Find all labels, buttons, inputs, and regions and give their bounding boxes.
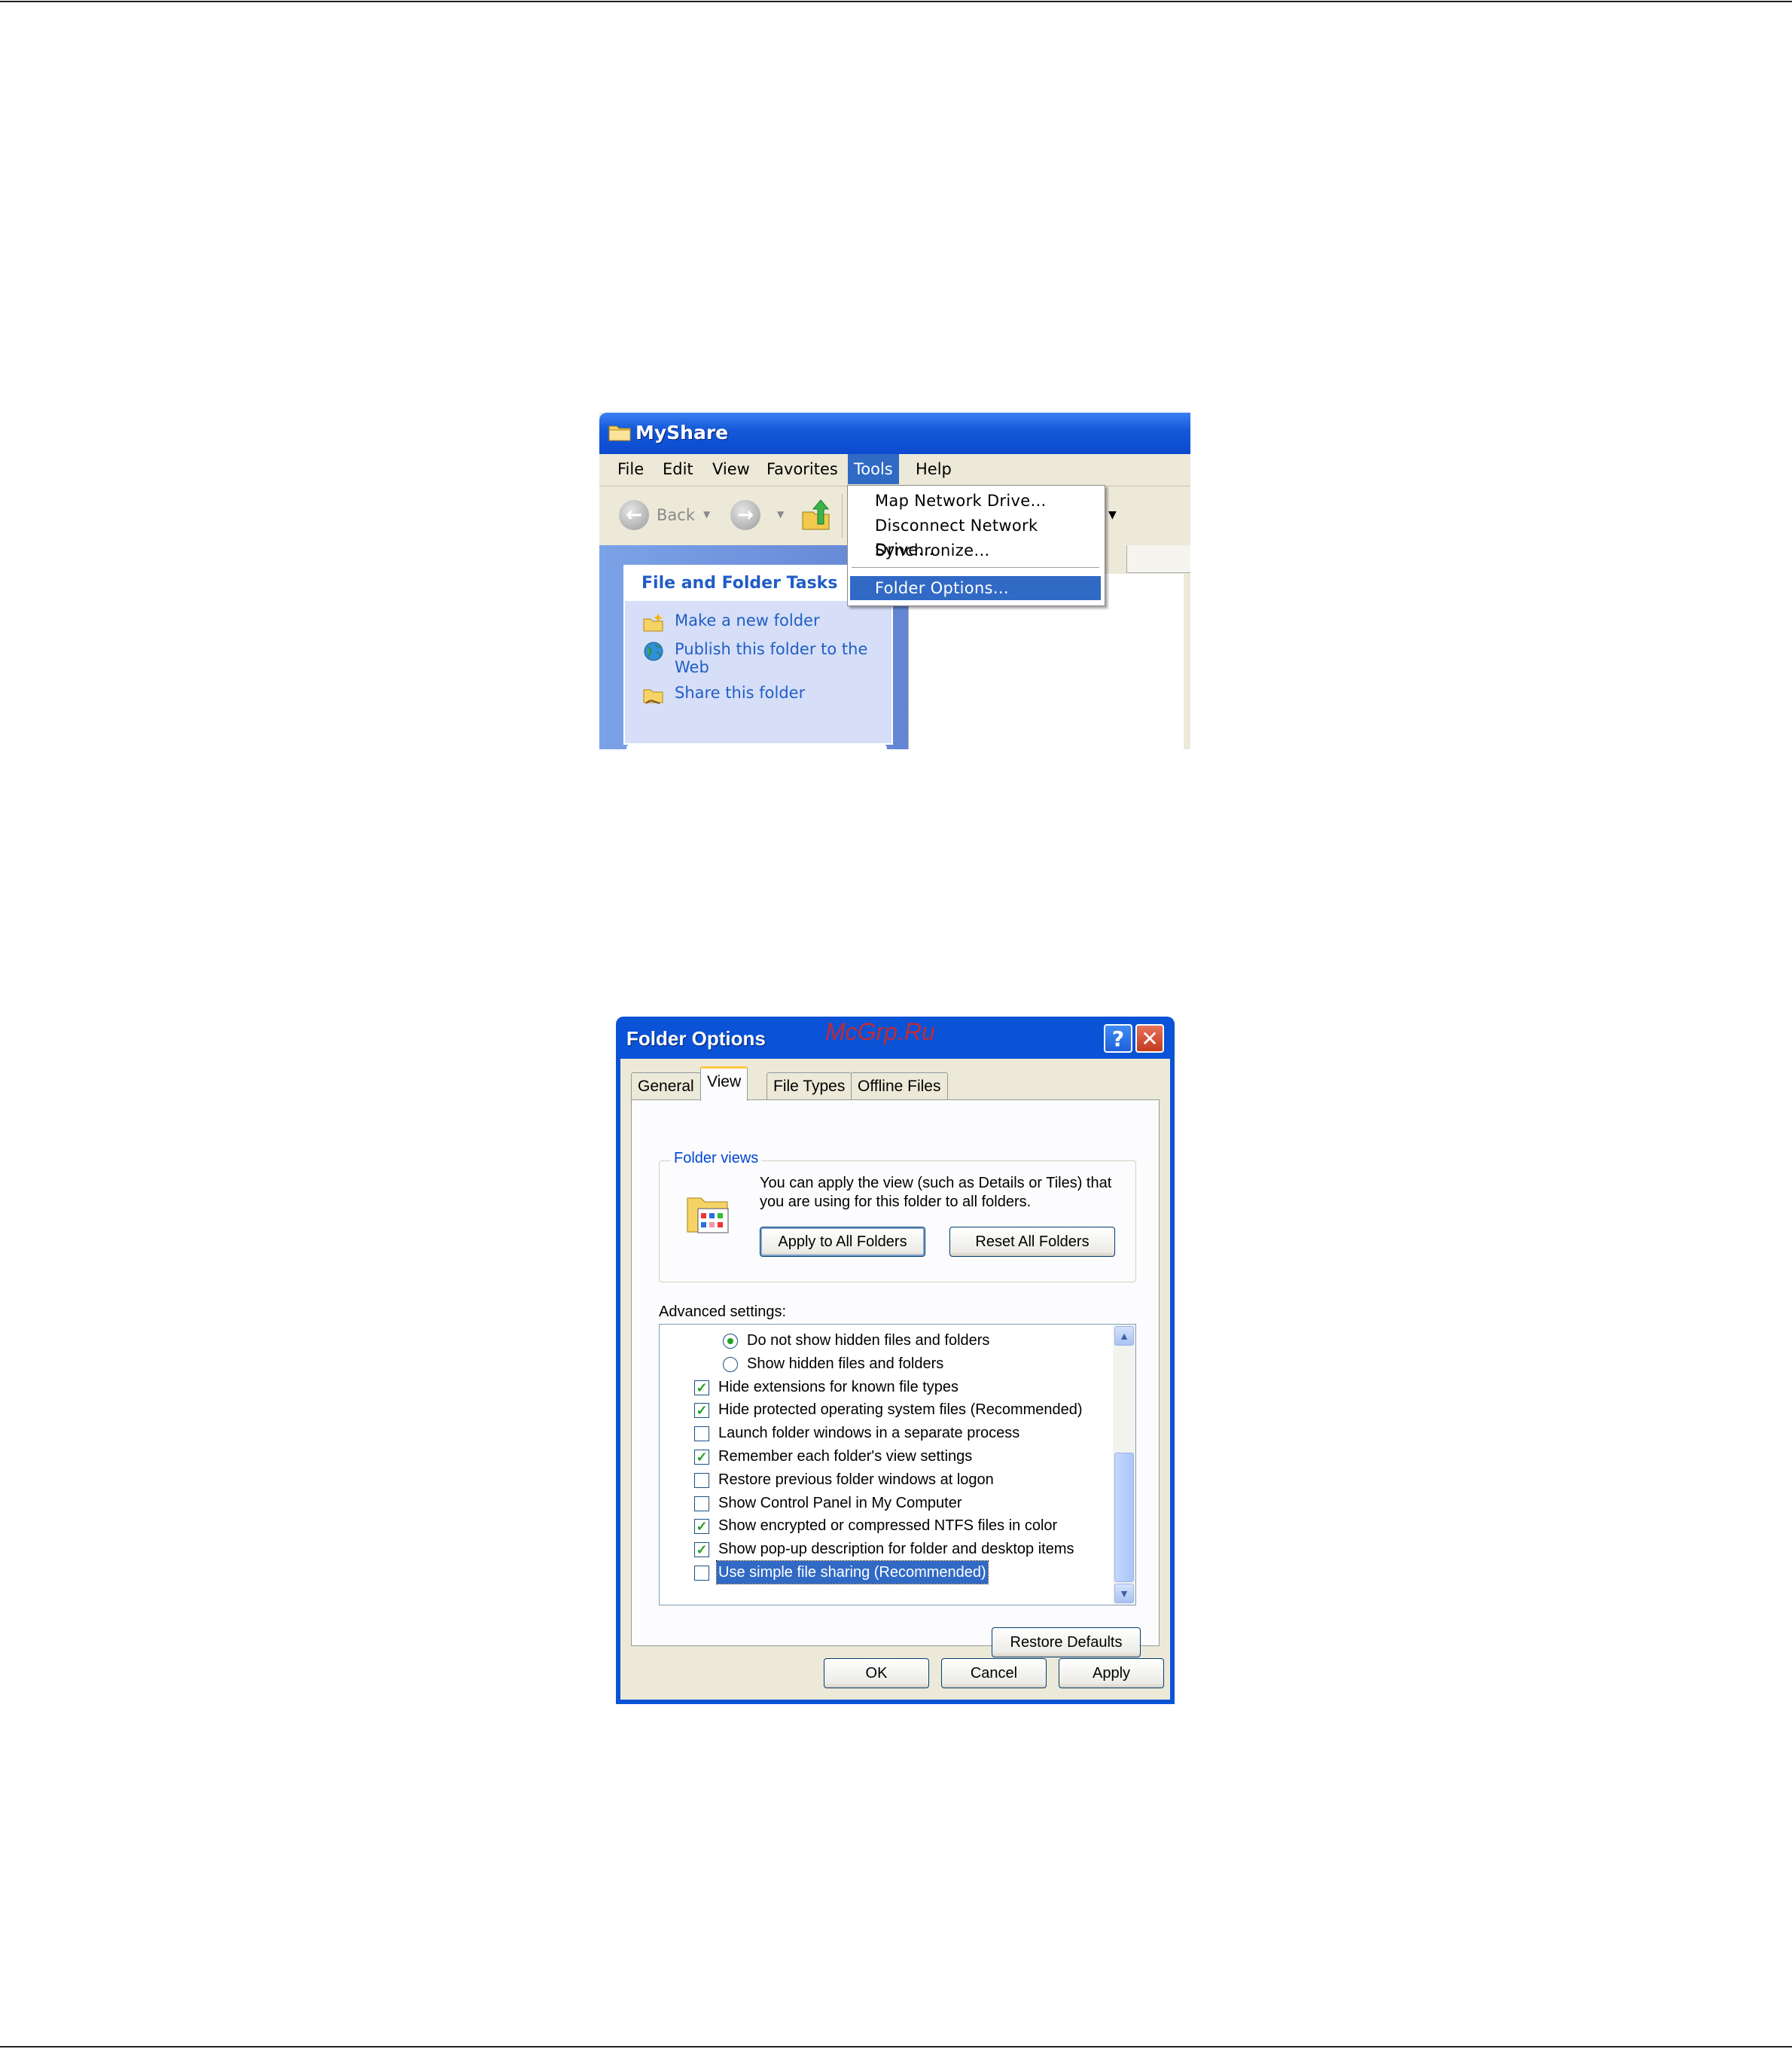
folder-options-dialog: Folder Options McGrp.Ru ? ✕ General View… xyxy=(616,1017,1175,1704)
dialog-title: Folder Options xyxy=(626,1027,766,1050)
restore-defaults-button[interactable]: Restore Defaults xyxy=(992,1627,1141,1657)
menu-file[interactable]: File xyxy=(611,454,650,484)
back-dropdown-icon[interactable]: ▼ xyxy=(703,509,710,520)
tab-offline-files[interactable]: Offline Files xyxy=(851,1072,948,1099)
bottom-rule xyxy=(0,2046,1792,2047)
apply-button[interactable]: Apply xyxy=(1059,1658,1164,1688)
tools-menu: Map Network Drive… Disconnect Network Dr… xyxy=(847,485,1105,606)
advanced-setting-row[interactable]: ✓ Hide protected operating system files (… xyxy=(660,1398,1111,1421)
menu-disconnect-network-drive[interactable]: Disconnect Network Drive… xyxy=(850,514,1101,559)
checkbox-unchecked[interactable] xyxy=(694,1472,709,1488)
advanced-setting-label: Do not show hidden files and folders xyxy=(747,1332,990,1349)
checkbox-unchecked[interactable] xyxy=(694,1566,709,1581)
checkbox-checked[interactable]: ✓ xyxy=(694,1542,709,1558)
menu-help[interactable]: Help xyxy=(910,454,958,484)
advanced-setting-row[interactable]: ✓ Show pop-up description for folder and … xyxy=(660,1538,1111,1560)
checkbox-checked[interactable]: ✓ xyxy=(694,1403,709,1419)
menu-favorites[interactable]: Favorites xyxy=(760,454,844,484)
tab-view[interactable]: View xyxy=(700,1066,748,1101)
advanced-setting-row[interactable]: Restore previous folder windows at logon xyxy=(660,1468,1111,1491)
menu-synchronize[interactable]: Synchronize… xyxy=(850,538,1101,563)
tab-file-types[interactable]: File Types xyxy=(766,1072,852,1099)
advanced-setting-label: Restore previous folder windows at logon xyxy=(718,1471,994,1488)
help-button[interactable]: ? xyxy=(1104,1024,1132,1053)
radio-unselected[interactable] xyxy=(723,1356,738,1372)
watermark: McGrp.Ru xyxy=(825,1018,935,1045)
advanced-setting-label: Show encrypted or compressed NTFS files … xyxy=(718,1517,1058,1535)
scroll-up-icon[interactable]: ▲ xyxy=(1114,1326,1134,1346)
top-rule xyxy=(0,1,1792,2)
menubar: File Edit View Favorites Tools Help xyxy=(599,454,1190,486)
task-label: Share this folder xyxy=(675,684,806,702)
address-field[interactable] xyxy=(1126,545,1190,573)
advanced-setting-label: Launch folder windows in a separate proc… xyxy=(718,1425,1020,1442)
advanced-settings-label: Advanced settings: xyxy=(659,1303,786,1320)
checkbox-checked[interactable]: ✓ xyxy=(694,1519,709,1535)
advanced-setting-row[interactable]: ✓ Show encrypted or compressed NTFS files… xyxy=(660,1514,1111,1537)
folder-icon xyxy=(608,425,631,441)
checkbox-checked[interactable]: ✓ xyxy=(694,1450,709,1465)
back-button[interactable]: ← xyxy=(619,500,649,530)
advanced-setting-label: Show hidden files and folders xyxy=(747,1355,944,1372)
ok-button[interactable]: OK xyxy=(824,1658,929,1688)
checkbox-checked[interactable]: ✓ xyxy=(694,1380,709,1395)
forward-button[interactable]: → xyxy=(730,500,760,530)
views-dropdown-icon[interactable]: ▼ xyxy=(1108,509,1117,521)
radio-selected[interactable] xyxy=(723,1334,738,1349)
back-arrow-icon: ← xyxy=(626,504,642,526)
advanced-setting-label: Hide extensions for known file types xyxy=(718,1378,959,1395)
shared-folder-icon xyxy=(643,689,663,704)
view-tab-panel: Folder views You can apply the view (suc… xyxy=(631,1099,1160,1657)
advanced-setting-label: Remember each folder's view settings xyxy=(718,1448,973,1465)
menu-tools[interactable]: Tools xyxy=(848,454,899,484)
globe-icon xyxy=(644,642,663,661)
folder-views-description: You can apply the view (such as Details … xyxy=(760,1175,1112,1210)
toolbar-separator xyxy=(842,494,843,538)
tab-general[interactable]: General xyxy=(631,1072,701,1099)
advanced-setting-row[interactable]: Use simple file sharing (Recommended) xyxy=(660,1560,1111,1584)
close-button[interactable]: ✕ xyxy=(1135,1024,1164,1053)
explorer-titlebar[interactable]: MyShare xyxy=(599,413,1190,454)
advanced-setting-label: Use simple file sharing (Recommended) xyxy=(716,1560,989,1584)
advanced-setting-row[interactable]: ✓ Remember each folder's view settings xyxy=(660,1445,1111,1468)
advanced-setting-label: Show pop-up description for folder and d… xyxy=(718,1541,1074,1558)
forward-dropdown-icon[interactable]: ▼ xyxy=(777,509,784,520)
advanced-setting-label: Hide protected operating system files (R… xyxy=(718,1401,1083,1419)
advanced-setting-label: Show Control Panel in My Computer xyxy=(718,1494,962,1511)
cancel-button[interactable]: Cancel xyxy=(941,1658,1047,1688)
folder-up-icon[interactable] xyxy=(801,499,831,532)
new-folder-icon xyxy=(643,614,663,632)
forward-arrow-icon: → xyxy=(737,504,754,526)
advanced-settings-list[interactable]: Do not show hidden files and folders Show… xyxy=(659,1324,1136,1605)
reset-all-folders-button[interactable]: Reset All Folders xyxy=(949,1227,1115,1257)
checkbox-unchecked[interactable] xyxy=(694,1496,709,1511)
advanced-setting-row[interactable]: Show hidden files and folders xyxy=(660,1352,1111,1375)
back-label: Back xyxy=(657,506,695,524)
advanced-setting-row[interactable]: Do not show hidden files and folders xyxy=(660,1329,1111,1352)
advanced-setting-row[interactable]: Launch folder windows in a separate proc… xyxy=(660,1422,1111,1444)
task-label: Make a new folder xyxy=(675,611,820,630)
next-taskbox-edge xyxy=(626,744,887,749)
list-scrollbar[interactable]: ▲ ▼ xyxy=(1113,1325,1135,1605)
folder-views-legend: Folder views xyxy=(671,1150,762,1167)
menu-separator xyxy=(852,567,1099,568)
advanced-setting-row[interactable]: ✓ Hide extensions for known file types xyxy=(660,1376,1111,1398)
checkbox-unchecked[interactable] xyxy=(694,1426,709,1442)
explorer-title: MyShare xyxy=(635,422,729,444)
menu-map-network-drive[interactable]: Map Network Drive… xyxy=(850,489,1101,513)
dialog-body: General View File Types Offline Files Fo… xyxy=(620,1059,1170,1700)
folder-views-icon xyxy=(687,1197,729,1233)
scroll-thumb[interactable] xyxy=(1114,1453,1134,1582)
menu-folder-options[interactable]: Folder Options… xyxy=(850,576,1101,600)
task-label: Publish this folder to the Web xyxy=(675,640,868,676)
apply-to-all-folders-button[interactable]: Apply to All Folders xyxy=(760,1227,925,1257)
menu-view[interactable]: View xyxy=(706,454,756,484)
advanced-setting-row[interactable]: Show Control Panel in My Computer xyxy=(660,1492,1111,1514)
menu-edit[interactable]: Edit xyxy=(657,454,699,484)
scroll-down-icon[interactable]: ▼ xyxy=(1114,1584,1134,1603)
